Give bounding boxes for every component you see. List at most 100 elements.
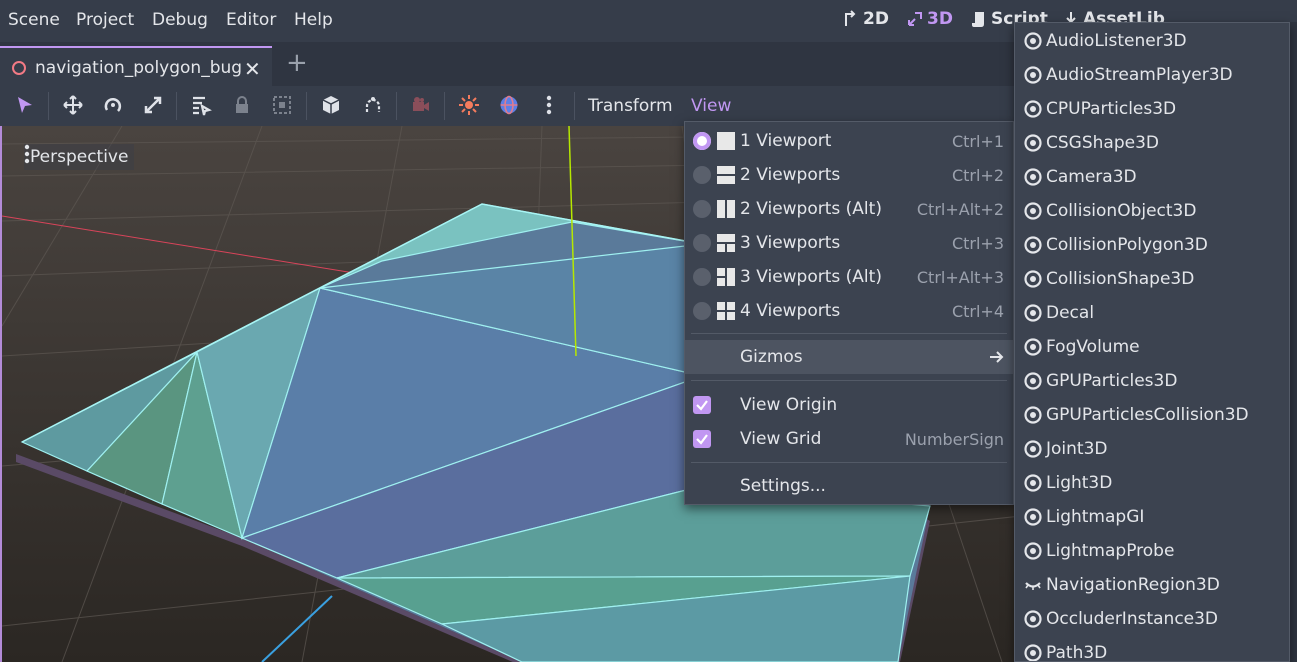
menu-item-label: 4 Viewports: [740, 301, 841, 321]
more-options-icon[interactable]: [538, 94, 560, 116]
gizmo-item[interactable]: AudioStreamPlayer3D: [1015, 58, 1289, 92]
gizmo-item[interactable]: Joint3D: [1015, 432, 1289, 466]
radio-icon: [693, 234, 711, 252]
arrow-right-icon: [990, 351, 1004, 363]
toolbar-separator: [574, 92, 575, 120]
gizmo-item[interactable]: CollisionShape3D: [1015, 262, 1289, 296]
gizmo-label: LightmapGI: [1046, 507, 1145, 527]
eye-icon: [1024, 236, 1042, 254]
workspace-3d-icon: [908, 12, 922, 26]
shortcut-label: Ctrl+2: [951, 166, 1004, 185]
transform-menu-button[interactable]: Transform: [588, 96, 673, 116]
gizmo-item[interactable]: CollisionPolygon3D: [1015, 228, 1289, 262]
layout-2-viewports-icon: [717, 166, 735, 184]
layout-4-viewports[interactable]: 4 Viewports Ctrl+4: [685, 294, 1013, 328]
gizmo-label: AudioListener3D: [1046, 31, 1187, 51]
menu-debug[interactable]: Debug: [152, 10, 208, 30]
menu-separator: [691, 333, 1007, 334]
checkbox-checked-icon: [693, 430, 711, 448]
toolbar-separator: [176, 92, 177, 120]
menu-help[interactable]: Help: [294, 10, 333, 30]
move-mode-icon[interactable]: [62, 94, 84, 116]
gizmo-item[interactable]: GPUParticlesCollision3D: [1015, 398, 1289, 432]
layout-3-viewports-alt[interactable]: 3 Viewports (Alt) Ctrl+Alt+3: [685, 260, 1013, 294]
eye-icon: [1024, 610, 1042, 628]
toolbar-separator: [396, 92, 397, 120]
eye-icon: [1024, 202, 1042, 220]
gizmo-item[interactable]: Decal: [1015, 296, 1289, 330]
gizmo-item[interactable]: Camera3D: [1015, 160, 1289, 194]
eye-icon: [1024, 338, 1042, 356]
group-icon[interactable]: [271, 94, 293, 116]
menu-item-label: View Grid: [740, 429, 822, 449]
menu-separator: [691, 462, 1007, 463]
layout-3-viewports[interactable]: 3 Viewports Ctrl+3: [685, 226, 1013, 260]
gizmos-submenu-item[interactable]: Gizmos: [685, 340, 1013, 374]
shortcut-label: Ctrl+4: [951, 302, 1004, 321]
radio-icon: [693, 268, 711, 286]
view-origin-toggle[interactable]: View Origin: [685, 388, 1013, 422]
gizmo-item[interactable]: Path3D: [1015, 636, 1289, 662]
rotate-mode-icon[interactable]: [102, 94, 124, 116]
list-select-icon[interactable]: [190, 94, 212, 116]
scene-tab[interactable]: navigation_polygon_bug ✕: [0, 46, 272, 86]
gizmo-item[interactable]: Light3D: [1015, 466, 1289, 500]
snap-icon[interactable]: [362, 94, 384, 116]
menu-item-label: 1 Viewport: [740, 131, 832, 151]
gizmos-submenu: AudioListener3D AudioStreamPlayer3D CPUP…: [1014, 22, 1290, 662]
layout-1-viewport[interactable]: 1 Viewport Ctrl+1: [685, 124, 1013, 158]
menu-item-label: Settings...: [740, 476, 826, 496]
more-options-icon: [24, 144, 30, 164]
menu-item-label: 2 Viewports: [740, 165, 841, 185]
gizmo-label: Decal: [1046, 303, 1095, 323]
close-icon[interactable]: ✕: [244, 57, 261, 81]
gizmo-item[interactable]: AudioListener3D: [1015, 24, 1289, 58]
gizmo-label: CSGShape3D: [1046, 133, 1159, 153]
menu-scene[interactable]: Scene: [8, 10, 60, 30]
eye-icon: [1024, 134, 1042, 152]
settings-menu-item[interactable]: Settings...: [685, 469, 1013, 503]
menu-separator: [691, 380, 1007, 381]
gizmo-item[interactable]: CPUParticles3D: [1015, 92, 1289, 126]
gizmo-label: CollisionShape3D: [1046, 269, 1195, 289]
menu-project[interactable]: Project: [76, 10, 134, 30]
layout-2-viewports-alt[interactable]: 2 Viewports (Alt) Ctrl+Alt+2: [685, 192, 1013, 226]
menu-item-label: 3 Viewports: [740, 233, 841, 253]
shortcut-label: NumberSign: [904, 430, 1004, 449]
perspective-menu-button[interactable]: Perspective: [24, 144, 135, 170]
gizmo-item[interactable]: CSGShape3D: [1015, 126, 1289, 160]
workspace-3d-button[interactable]: 3D: [906, 9, 953, 29]
environment-preview-icon[interactable]: [498, 94, 520, 116]
toolbar-separator: [48, 92, 49, 120]
eye-icon: [1024, 644, 1042, 661]
eye-closed-icon: [1025, 582, 1041, 590]
gizmo-item[interactable]: FogVolume: [1015, 330, 1289, 364]
gizmo-item[interactable]: CollisionObject3D: [1015, 194, 1289, 228]
gizmo-item[interactable]: OccluderInstance3D: [1015, 602, 1289, 636]
add-scene-tab-button[interactable]: +: [286, 48, 308, 78]
view-dropdown-menu: 1 Viewport Ctrl+1 2 Viewports Ctrl+2 2 V…: [684, 121, 1014, 505]
workspace-2d-button[interactable]: 2D: [842, 9, 889, 29]
right-dock-edge: [1290, 22, 1297, 662]
gizmo-item[interactable]: NavigationRegion3D: [1015, 568, 1289, 602]
gizmo-label: AudioStreamPlayer3D: [1046, 65, 1233, 85]
view-grid-toggle[interactable]: View Grid NumberSign: [685, 422, 1013, 456]
local-space-icon[interactable]: [320, 94, 342, 116]
select-mode-icon[interactable]: [14, 94, 36, 116]
menu-editor[interactable]: Editor: [226, 10, 276, 30]
layout-2-viewports[interactable]: 2 Viewports Ctrl+2: [685, 158, 1013, 192]
gizmo-item[interactable]: LightmapProbe: [1015, 534, 1289, 568]
checkbox-checked-icon: [693, 396, 711, 414]
view-menu-button[interactable]: View: [691, 96, 731, 116]
gizmo-item[interactable]: LightmapGI: [1015, 500, 1289, 534]
eye-icon: [1024, 270, 1042, 288]
scale-mode-icon[interactable]: [142, 94, 164, 116]
sun-preview-icon[interactable]: [458, 94, 480, 116]
eye-icon: [1024, 304, 1042, 322]
gizmo-item[interactable]: GPUParticles3D: [1015, 364, 1289, 398]
gizmo-label: GPUParticlesCollision3D: [1046, 405, 1249, 425]
gizmo-label: Path3D: [1046, 643, 1108, 662]
camera-preview-icon[interactable]: [410, 94, 432, 116]
lock-icon[interactable]: [231, 94, 253, 116]
scene-tab-title: navigation_polygon_bug: [35, 58, 243, 78]
